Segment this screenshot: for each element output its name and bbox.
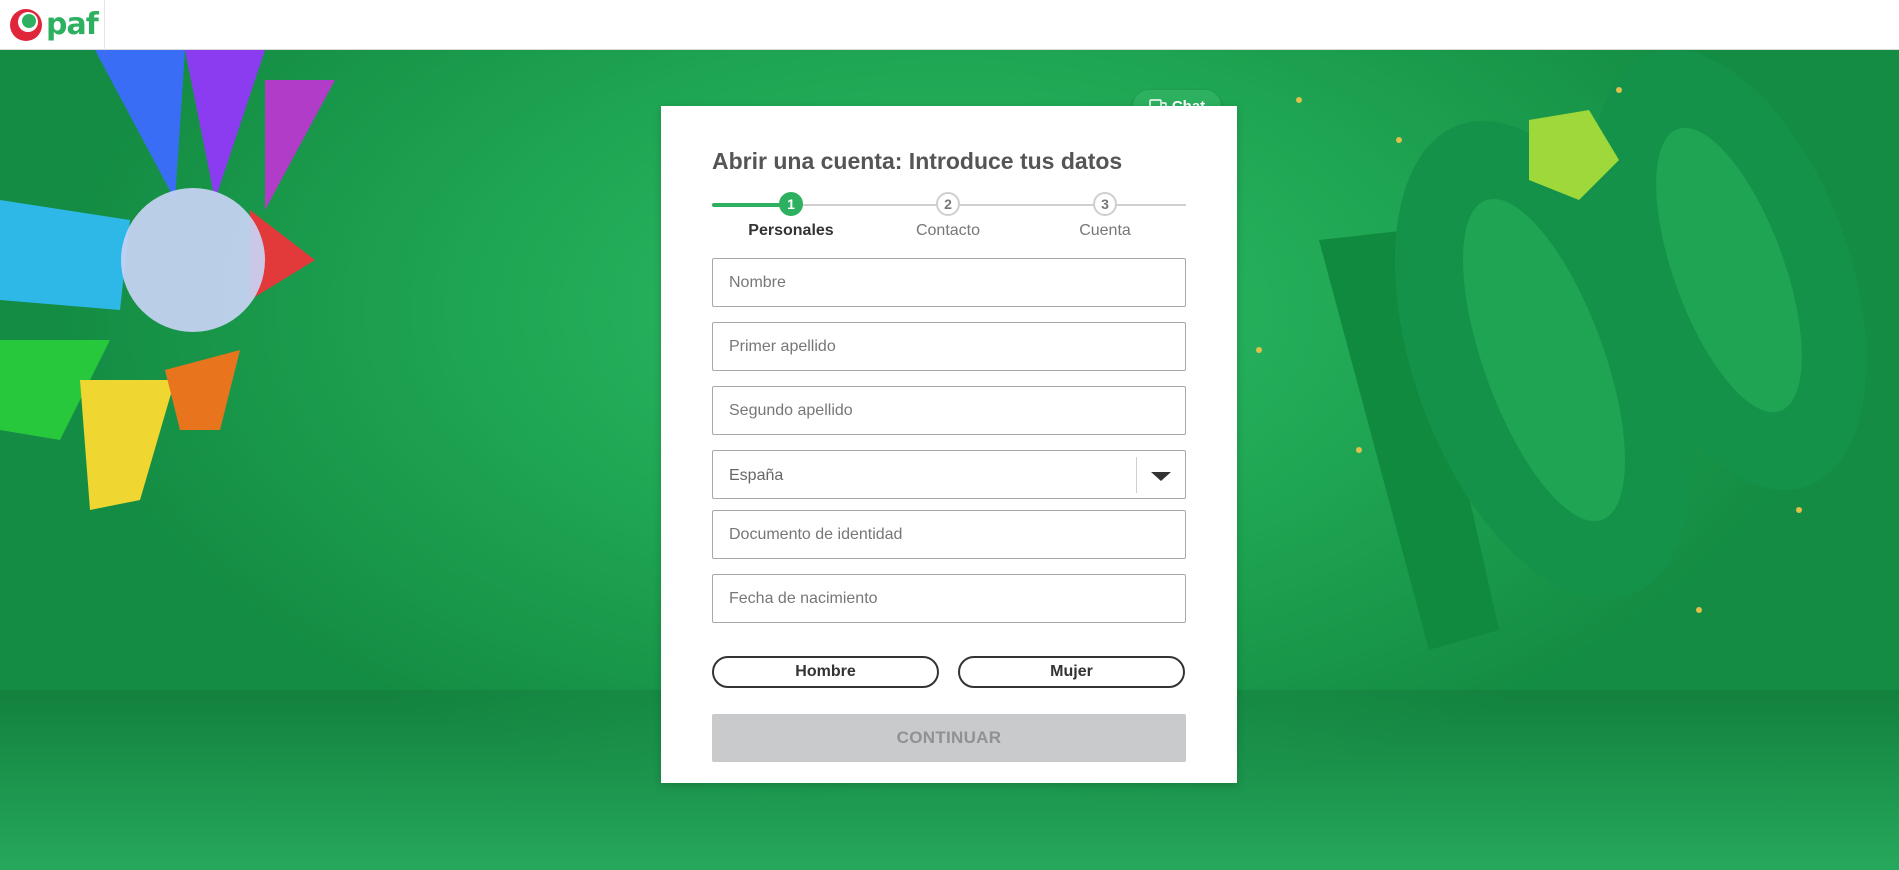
form-title: Abrir una cuenta: Introduce tus datos [712, 148, 1123, 174]
step-number: 1 [779, 192, 803, 216]
top-bar: paf [0, 0, 1899, 50]
id-document-input[interactable] [713, 511, 1185, 558]
last-name-1-input[interactable] [713, 323, 1185, 370]
select-divider [1136, 457, 1137, 493]
step-label: Cuenta [1079, 222, 1131, 239]
registration-card: Abrir una cuenta: Introduce tus datos 1 … [661, 106, 1237, 783]
id-document-field [712, 510, 1186, 559]
paf-logo-icon [10, 9, 42, 41]
number-1000-decoration [1256, 50, 1867, 650]
brand-name: paf [46, 7, 99, 42]
chevron-down-icon [1151, 472, 1171, 481]
gem-star-decoration [0, 50, 335, 510]
step-contacto: 2 Contacto [888, 188, 1008, 240]
first-name-input[interactable] [713, 259, 1185, 306]
gender-female-button[interactable]: Mujer [958, 656, 1185, 688]
last-name-1-field [712, 322, 1186, 371]
birth-date-field [712, 574, 1186, 623]
last-name-2-field [712, 386, 1186, 435]
country-selected-value: España [729, 467, 784, 484]
first-name-field [712, 258, 1186, 307]
step-label: Personales [748, 222, 834, 239]
step-label: Contacto [915, 222, 981, 239]
step-cuenta: 3 Cuenta [1045, 188, 1165, 240]
birth-date-input[interactable] [713, 575, 1185, 622]
continue-button[interactable]: CONTINUAR [712, 714, 1186, 762]
last-name-2-input[interactable] [713, 387, 1185, 434]
step-number: 3 [1093, 192, 1117, 216]
gender-male-button[interactable]: Hombre [712, 656, 939, 688]
country-select[interactable]: España [712, 450, 1186, 499]
registration-stepper: 1 Personales 2 Contacto 3 Cuenta [712, 188, 1186, 248]
step-personales: 1 Personales [731, 188, 851, 240]
step-number: 2 [936, 192, 960, 216]
paf-logo[interactable]: paf [0, 0, 105, 50]
